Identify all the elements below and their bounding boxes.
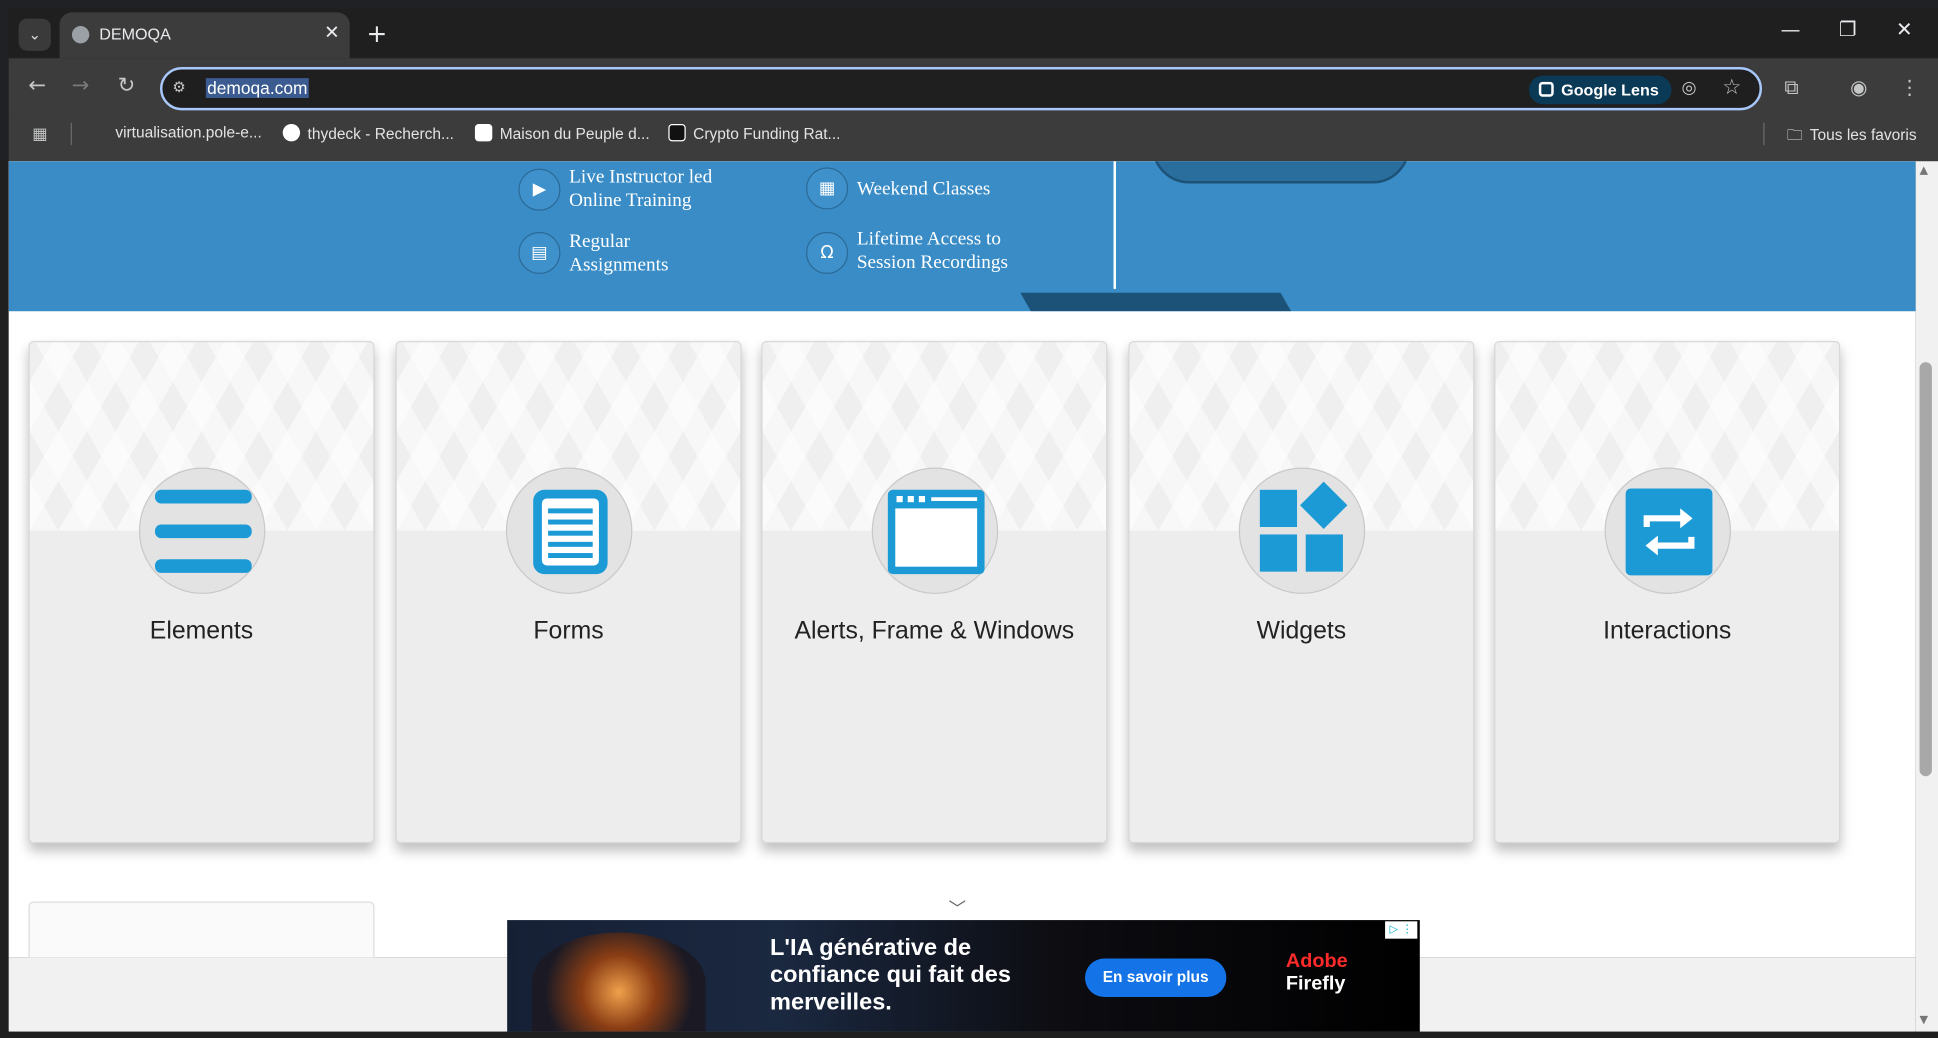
card-forms[interactable]: Forms <box>395 341 742 844</box>
scroll-up-icon[interactable]: ▲ <box>1920 165 1929 177</box>
feature-line: Regular <box>569 230 631 252</box>
url-text[interactable]: demoqa.com <box>205 78 309 98</box>
scroll-thumb[interactable] <box>1919 362 1932 777</box>
more-menu-icon[interactable]: ⋮ <box>1900 76 1920 100</box>
feature-line: Lifetime Access to <box>856 228 1001 250</box>
card-widgets[interactable]: Widgets <box>1128 341 1475 844</box>
google-lens-label: Google Lens <box>1561 80 1659 100</box>
headphones-icon: Ω <box>806 231 849 275</box>
card-icon-circle <box>138 467 266 594</box>
feature-weekend-classes: Weekend Classes <box>857 177 990 201</box>
feature-assignments: Regular Assignments <box>569 229 668 276</box>
close-window-icon[interactable]: ✕ <box>1896 17 1913 41</box>
adchoices-icon[interactable]: ▷ ⋮ <box>1385 921 1418 939</box>
ad-brand-line: Adobe <box>1285 951 1348 973</box>
crypto-icon <box>668 124 686 142</box>
card-title: Interactions <box>1603 617 1732 645</box>
globe-icon <box>71 26 90 44</box>
close-icon[interactable]: ✕ <box>324 21 340 43</box>
screen: ⌄ DEMOQA ✕ + — ❐ ✕ ← → ↻ ⚙ demoqa.com Go… <box>0 0 1938 1038</box>
interactions-icon <box>1625 488 1713 576</box>
card-icon-circle <box>1604 467 1732 594</box>
wikipedia-icon <box>474 124 493 142</box>
extensions-icon[interactable]: ⧉ <box>1784 76 1798 101</box>
forward-arrow-icon[interactable]: → <box>67 73 94 98</box>
feature-line: Assignments <box>569 254 669 276</box>
ad-learn-more-button[interactable]: En savoir plus <box>1085 958 1227 997</box>
chevron-down-icon[interactable]: ﹀ <box>949 897 966 922</box>
restore-icon[interactable]: ❐ <box>1839 17 1857 41</box>
tab-title: DEMOQA <box>99 24 171 44</box>
bookmark-virtualisation[interactable]: virtualisation.pole-e... <box>115 124 261 141</box>
ad-brand-line: Firefly <box>1285 973 1346 995</box>
play-icon: ▶ <box>518 168 561 211</box>
all-bookmarks-label: Tous les favoris <box>1809 126 1917 144</box>
chevron-down-icon: ⌄ <box>28 26 41 44</box>
feature-line: Live Instructor led <box>569 166 713 188</box>
tab-demoqa[interactable]: DEMOQA ✕ <box>59 12 350 59</box>
ad-headline-line: merveilles. <box>770 989 892 1016</box>
bookmark-label: thydeck - Recherch... <box>307 125 454 143</box>
bookmark-label: Crypto Funding Rat... <box>693 125 841 143</box>
document-icon: ▤ <box>518 231 561 275</box>
bookmark-thydeck[interactable]: thydeck - Recherch... <box>282 124 454 143</box>
bookmark-label: Maison du Peuple d... <box>499 125 650 143</box>
bookmark-maison-du-peuple[interactable]: Maison du Peuple d... <box>474 124 650 143</box>
card-title: Alerts, Frame & Windows <box>794 617 1075 645</box>
all-bookmarks-folder[interactable]: 🗀 Tous les favoris <box>1787 124 1917 150</box>
card-title: Forms <box>533 617 604 645</box>
ad-headline-line: L'IA générative de <box>770 934 972 961</box>
scroll-down-icon[interactable]: ▼ <box>1920 1014 1929 1026</box>
banner-tab-shape <box>1020 293 1291 312</box>
calendar-icon: ▦ <box>806 167 849 210</box>
minimize-icon[interactable]: — <box>1781 17 1801 41</box>
taskbar-edge <box>0 1031 1938 1038</box>
card-title: Widgets <box>1256 617 1347 645</box>
bookmark-star-icon[interactable]: ☆ <box>1722 76 1741 101</box>
ad-headline: L'IA générative de confiance qui fait de… <box>770 935 1011 1017</box>
google-lens-button[interactable]: Google Lens <box>1528 75 1672 105</box>
elements-icon <box>155 489 252 573</box>
card-icon-circle <box>871 467 999 594</box>
banner-divider <box>1113 161 1116 289</box>
forms-icon <box>533 489 608 575</box>
page-content: ▶ Live Instructor led Online Training ▦ … <box>8 161 1916 958</box>
feature-line: Online Training <box>569 189 692 211</box>
google-icon <box>282 124 301 142</box>
lens-icon <box>1538 81 1554 97</box>
bookmark-crypto-funding[interactable]: Crypto Funding Rat... <box>668 124 840 143</box>
banner-pill <box>1151 161 1410 184</box>
widgets-icon <box>1259 481 1348 572</box>
back-arrow-icon[interactable]: ← <box>24 73 51 98</box>
site-info-icon[interactable]: ⚙ <box>172 78 192 98</box>
card-partial[interactable] <box>28 901 375 958</box>
new-tab-button[interactable]: + <box>365 19 390 49</box>
card-elements[interactable]: Elements <box>28 341 375 844</box>
feature-live-training: Live Instructor led Online Training <box>569 165 712 212</box>
window-icon <box>887 489 985 575</box>
address-bar[interactable]: ⚙ demoqa.com Google Lens ◎ ☆ <box>159 66 1763 111</box>
card-alerts-frame-windows[interactable]: Alerts, Frame & Windows <box>761 341 1108 844</box>
card-icon-circle <box>505 467 633 594</box>
feature-line: Weekend Classes <box>856 178 991 200</box>
ad-image <box>531 932 706 1032</box>
card-interactions[interactable]: Interactions <box>1494 341 1841 844</box>
bookmark-separator <box>1763 122 1765 146</box>
ad-banner[interactable]: L'IA générative de confiance qui fait de… <box>507 920 1420 1032</box>
browser-window: ⌄ DEMOQA ✕ + — ❐ ✕ ← → ↻ ⚙ demoqa.com Go… <box>0 0 1938 1038</box>
hero-banner[interactable]: ▶ Live Instructor led Online Training ▦ … <box>8 161 1916 312</box>
feature-line: Session Recordings <box>856 251 1008 273</box>
apps-grid-icon[interactable]: ▦ <box>32 125 49 144</box>
eye-off-icon[interactable]: ◎ <box>1681 78 1696 98</box>
profile-icon[interactable]: ◉ <box>1850 76 1867 100</box>
feature-lifetime-access: Lifetime Access to Session Recordings <box>857 227 1008 274</box>
ad-brand: Adobe Firefly <box>1286 951 1348 996</box>
bookmark-separator <box>70 122 72 146</box>
ad-headline-line: confiance qui fait des <box>770 962 1011 989</box>
card-title: Elements <box>149 617 254 645</box>
card-icon-circle <box>1238 467 1366 594</box>
reload-icon[interactable]: ↻ <box>113 73 140 98</box>
folder-icon: 🗀 <box>1786 126 1803 144</box>
tab-search-button[interactable]: ⌄ <box>18 18 51 51</box>
